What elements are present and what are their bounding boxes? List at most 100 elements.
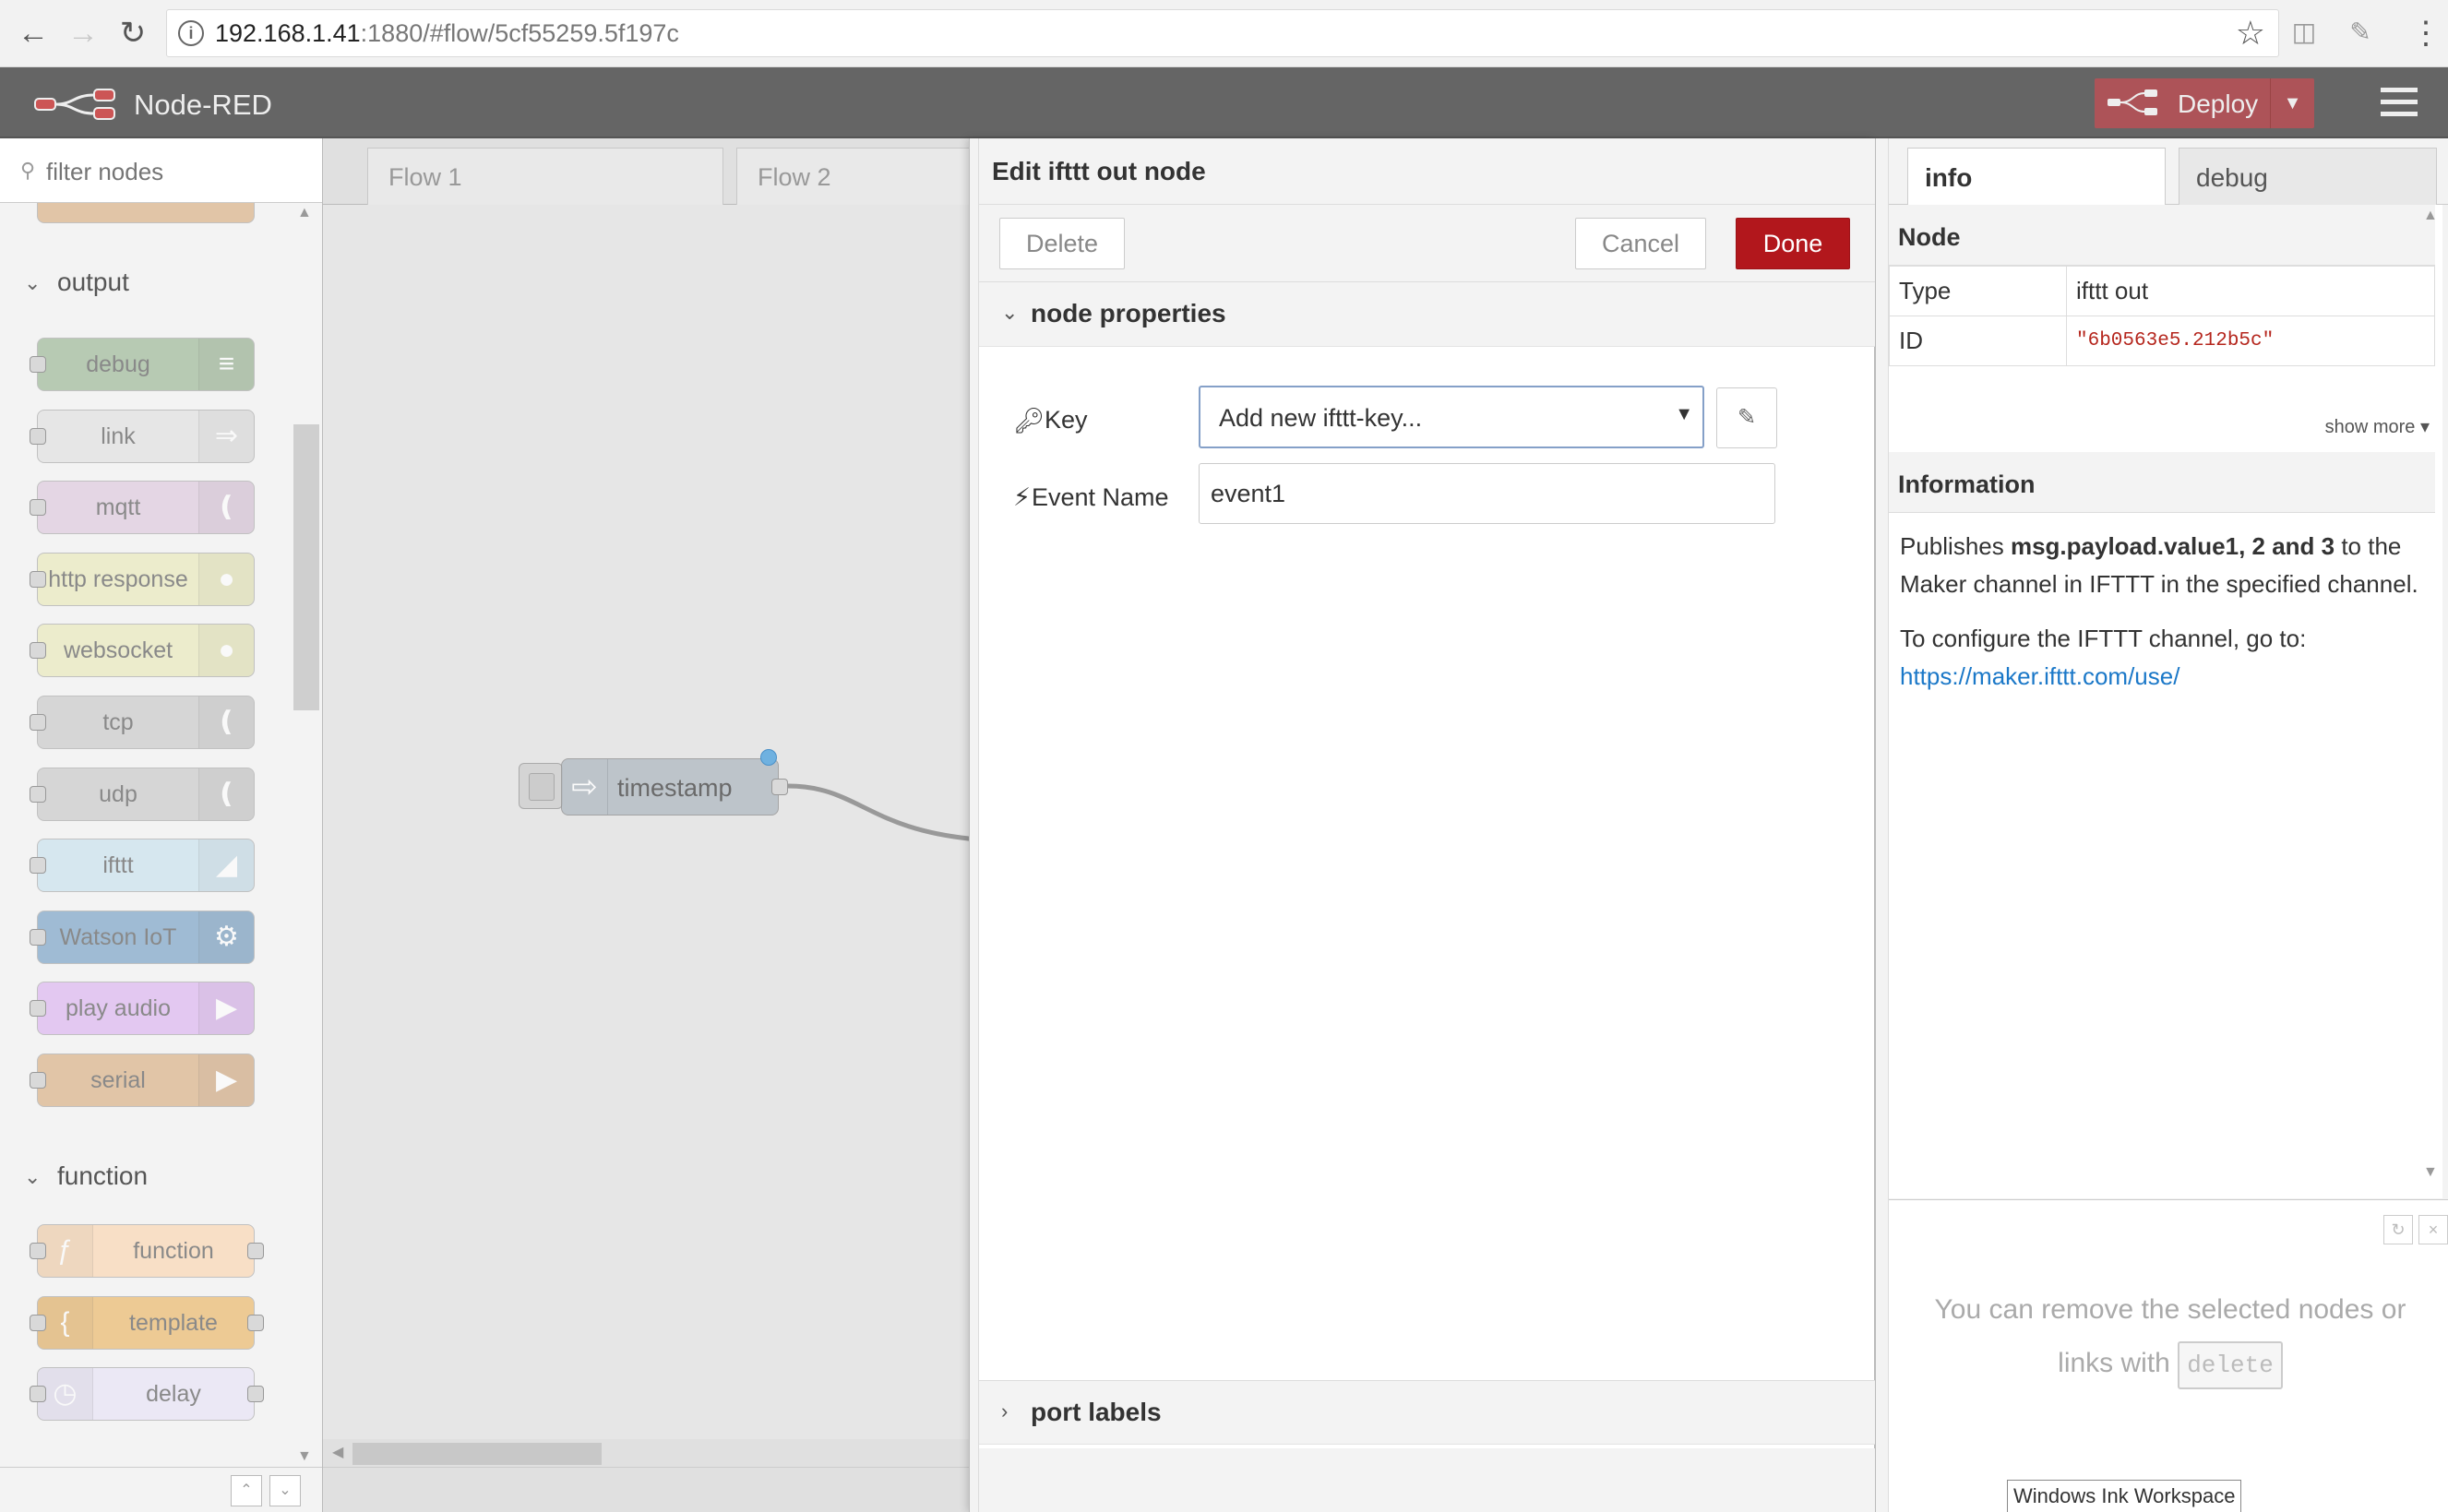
palette-node-debug[interactable]: ≡ debug	[37, 338, 255, 391]
node-input-port	[30, 1243, 46, 1259]
back-icon[interactable]: ←	[13, 13, 54, 54]
palette-node-template[interactable]: {template	[37, 1295, 255, 1350]
palette-node-http-response[interactable]: ● http response	[37, 552, 255, 606]
information-section-header[interactable]: Information	[1889, 452, 2435, 513]
collapse-all-icon[interactable]: ⌃	[231, 1475, 262, 1506]
palette-scrollbar[interactable]: ▲ ▼	[293, 203, 322, 1467]
reload-icon[interactable]: ↻	[113, 13, 153, 54]
sidebar-tabs: info debug	[1889, 138, 2448, 206]
palette-node-label: delay	[146, 1381, 201, 1408]
palette-node-function[interactable]: ƒ function	[37, 1224, 255, 1278]
palette-node-label: http response	[48, 566, 188, 592]
palette-node-watson-iot[interactable]: ⚙ Watson IoT	[37, 910, 255, 964]
pdf-extension-icon[interactable]: ✎	[2345, 17, 2376, 48]
section-node-properties[interactable]: ⌄ node properties	[979, 282, 1876, 347]
palette-node-label: websocket	[63, 637, 173, 664]
scroll-down-icon[interactable]: ▼	[297, 1448, 312, 1465]
palette-footer: ⌃ ⌄	[0, 1467, 322, 1512]
key-icon: 🔑︎	[1013, 407, 1045, 435]
expand-all-icon[interactable]: ⌄	[269, 1475, 301, 1506]
browser-toolbar: ← → ↻ i 192.168.1.41:1880/#flow/5cf55259…	[0, 0, 2448, 67]
type-value: ifttt out	[2066, 266, 2435, 316]
node-type-icon: ◢	[198, 839, 254, 892]
node-input-port	[30, 356, 46, 373]
tab-info[interactable]: info	[1907, 148, 2166, 206]
palette-node-play-audio[interactable]: ▶ play audio	[37, 982, 255, 1036]
browser-menu-icon[interactable]: ⋮	[2410, 15, 2442, 52]
sidebar-scroll-up-icon[interactable]: ▲	[2423, 208, 2438, 224]
palette-node-label: ifttt	[102, 852, 134, 879]
sidebar-separator[interactable]	[1876, 138, 1889, 1512]
refresh-icon[interactable]: ↻	[2383, 1215, 2413, 1244]
palette-node-link[interactable]: ⇒ link	[37, 409, 255, 463]
node-type-icon: {	[38, 1296, 93, 1349]
node-input-port	[30, 714, 46, 731]
palette-node-mqtt[interactable]: ❪ mqtt	[37, 481, 255, 535]
site-info-icon[interactable]: i	[178, 20, 204, 46]
category-output[interactable]: ⌄ output	[0, 249, 293, 317]
workspace-hscroll-thumb[interactable]	[352, 1443, 602, 1465]
palette-node-delay[interactable]: ◷ delay	[37, 1367, 255, 1422]
palette-node-label: play audio	[66, 995, 171, 1022]
deploy-button[interactable]: Deploy ▼	[2095, 78, 2314, 128]
key-select[interactable]: Add new ifttt-key... ▼	[1199, 386, 1704, 448]
url-text[interactable]: 192.168.1.41:1880/#flow/5cf55259.5f197c	[215, 19, 679, 48]
node-input-port	[30, 570, 46, 588]
scroll-left-icon[interactable]: ◀	[332, 1443, 343, 1461]
node-type-icon: ▶	[198, 1054, 254, 1106]
edit-key-pencil-icon[interactable]: ✎	[1716, 387, 1777, 448]
chevron-right-icon: ›	[1001, 1399, 1009, 1423]
palette-node-websocket[interactable]: ● websocket	[37, 624, 255, 678]
flow-canvas[interactable]: ⇨ timestamp	[323, 205, 969, 1439]
node-type-icon: ❪	[198, 482, 254, 534]
bookmark-star-icon[interactable]: ☆	[2236, 14, 2265, 53]
palette-node-partial[interactable]	[37, 203, 255, 223]
sidebar: info debug Node Type ifttt out ID "6b056…	[1875, 138, 2448, 1512]
node-input-port	[30, 785, 46, 803]
sidebar-scroll-down-icon[interactable]: ▼	[2423, 1164, 2438, 1181]
tab-debug[interactable]: debug	[2179, 148, 2437, 206]
show-more-link[interactable]: show more ▾	[2325, 415, 2430, 438]
tray-resize-handle[interactable]	[970, 138, 979, 1512]
node-output-port	[247, 1386, 264, 1403]
dropdown-caret-icon: ▼	[1675, 404, 1693, 424]
palette-node-serial[interactable]: ▶ serial	[37, 1054, 255, 1107]
palette-scroll-thumb[interactable]	[293, 424, 319, 710]
cancel-button[interactable]: Cancel	[1575, 218, 1706, 269]
palette-node-label: udp	[99, 780, 137, 807]
ifttt-maker-link[interactable]: https://maker.ifttt.com/use/	[1900, 662, 2179, 690]
delete-button[interactable]: Delete	[999, 218, 1125, 269]
address-bar[interactable]: i 192.168.1.41:1880/#flow/5cf55259.5f197…	[166, 9, 2279, 57]
cast-icon[interactable]: ◫	[2288, 17, 2320, 48]
event-name-input[interactable]	[1199, 463, 1775, 524]
help-panel: ↻ × You can remove the selected nodes or…	[1889, 1199, 2448, 1512]
tray-header: Edit ifttt out node	[979, 138, 1876, 205]
inject-button[interactable]	[519, 763, 563, 809]
node-input-port	[30, 857, 46, 875]
flow-wire[interactable]	[784, 777, 969, 851]
node-type-icon: ●	[198, 553, 254, 605]
node-type-icon: ❪	[198, 696, 254, 748]
palette-node-label: tcp	[102, 709, 134, 735]
flow-node-timestamp[interactable]: ⇨ timestamp	[561, 758, 779, 816]
tab-flow-1[interactable]: Flow 1	[367, 148, 723, 205]
scroll-up-icon[interactable]: ▲	[297, 205, 312, 221]
section-port-labels[interactable]: › port labels	[979, 1380, 1876, 1445]
palette-node-tcp[interactable]: ❪ tcp	[37, 696, 255, 749]
close-icon[interactable]: ×	[2418, 1215, 2448, 1244]
deploy-menu-caret-icon[interactable]: ▼	[2270, 78, 2314, 128]
workspace-hscrollbar[interactable]: ◀	[323, 1439, 969, 1467]
palette-node-ifttt[interactable]: ◢ ifttt	[37, 839, 255, 893]
node-input-port	[30, 1386, 46, 1403]
node-input-port	[30, 499, 46, 517]
forward-icon[interactable]: →	[63, 13, 103, 54]
category-function[interactable]: ⌄ function	[0, 1143, 293, 1211]
main-menu-icon[interactable]	[2381, 88, 2418, 119]
palette-filter-input[interactable]	[46, 155, 305, 188]
tab-flow-2[interactable]: Flow 2	[736, 148, 969, 205]
palette-node-udp[interactable]: ❪ udp	[37, 767, 255, 821]
windows-ink-tooltip: Windows Ink Workspace	[2007, 1480, 2242, 1512]
done-button[interactable]: Done	[1736, 218, 1850, 269]
node-section-header[interactable]: Node	[1889, 205, 2435, 266]
node-red-logo-icon	[34, 89, 115, 120]
